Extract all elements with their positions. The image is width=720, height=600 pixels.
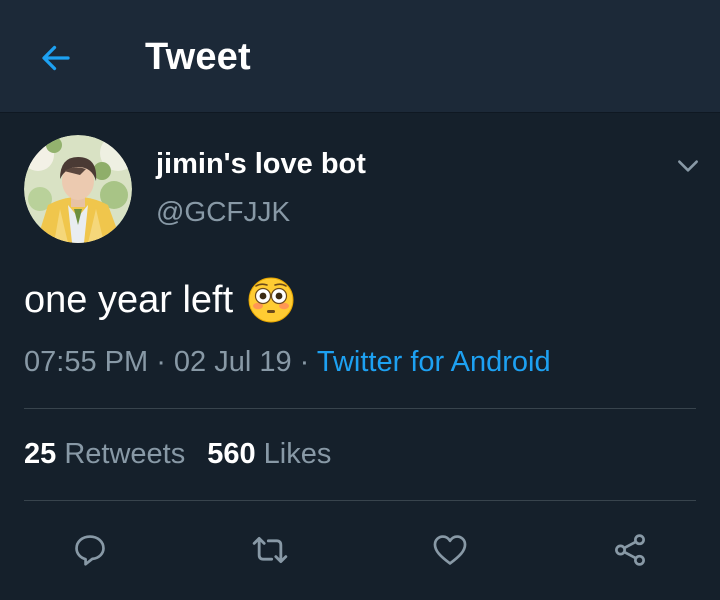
tweet-body: one year left — [24, 276, 295, 324]
retweets-label: Retweets — [64, 438, 186, 470]
page-title: Tweet — [145, 36, 251, 78]
divider — [24, 500, 696, 501]
profile-photo — [24, 135, 132, 243]
tweet-text: one year left — [24, 278, 234, 321]
tweet-stats: 25 Retweets 560 Likes — [24, 438, 331, 471]
share-icon — [615, 534, 645, 566]
tweet-date: 02 Jul 19 — [173, 346, 292, 378]
retweet-button[interactable] — [244, 524, 296, 576]
meta-separator: · — [148, 346, 174, 378]
reply-icon — [75, 535, 105, 566]
app-bar: Tweet — [0, 0, 720, 113]
likes-stat[interactable]: 560 Likes — [207, 438, 331, 471]
tweet-action-bar — [0, 520, 720, 580]
chevron-down-icon — [678, 160, 698, 172]
retweet-icon — [252, 536, 288, 564]
retweets-count: 25 — [24, 438, 57, 470]
tweet-options-button[interactable] — [668, 146, 708, 186]
retweets-stat[interactable]: 25 Retweets — [24, 438, 185, 471]
tweet-detail-screen: Tweet jimin's love bot @GCFJJK one year … — [0, 0, 720, 600]
user-handle[interactable]: @GCFJJK — [156, 196, 290, 228]
heart-icon — [433, 535, 467, 565]
likes-count: 560 — [207, 438, 256, 470]
avatar[interactable] — [24, 135, 132, 243]
tweet-meta: 07:55 PM · 02 Jul 19 · Twitter for Andro… — [24, 346, 551, 379]
display-name[interactable]: jimin's love bot — [156, 148, 366, 181]
flushed-face-emoji — [247, 276, 295, 324]
share-button[interactable] — [604, 524, 656, 576]
divider — [24, 408, 696, 409]
arrow-left-icon — [42, 45, 70, 71]
meta-separator: · — [291, 346, 317, 378]
likes-label: Likes — [263, 438, 332, 470]
like-button[interactable] — [424, 524, 476, 576]
tweet-source-link[interactable]: Twitter for Android — [317, 346, 551, 378]
reply-button[interactable] — [64, 524, 116, 576]
tweet-time: 07:55 PM — [24, 346, 149, 378]
back-button[interactable] — [28, 32, 84, 84]
